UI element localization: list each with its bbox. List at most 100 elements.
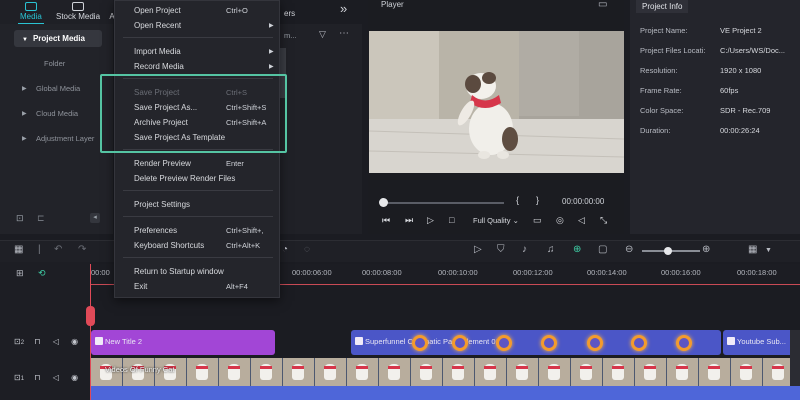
stabilize-icon[interactable]: ◌ [304, 244, 310, 255]
display-icon[interactable]: ▭ [533, 215, 542, 226]
menu-item-keyboard-shortcuts[interactable]: Keyboard Shortcuts [134, 241, 204, 250]
info-value: C:/Users/WS/Doc... [720, 46, 786, 55]
lock-icon[interactable]: ⊓ [34, 337, 40, 346]
tab-fragment[interactable]: ers [284, 9, 295, 18]
menu-item-preferences[interactable]: Preferences [134, 226, 177, 235]
zoom-slider-knob[interactable] [664, 247, 672, 255]
timeline-scrollbar[interactable] [790, 330, 800, 386]
playback-scrubber[interactable] [379, 198, 388, 207]
menu-item-delete-render-files[interactable]: Delete Preview Render Files [134, 174, 235, 183]
previous-frame-icon[interactable]: ⏮ [382, 215, 390, 226]
caret-right-icon[interactable]: ▶ [22, 110, 27, 117]
snap-icon[interactable]: ⊕ [573, 244, 581, 255]
microphone-icon[interactable]: ♪ [522, 244, 527, 255]
zoom-out-icon[interactable]: ⊖ [625, 244, 633, 255]
collapse-panel-icon[interactable]: ◂ [90, 213, 100, 223]
snapshot-icon[interactable]: ▭ [598, 0, 607, 10]
video-thumbnail-frame [347, 358, 379, 386]
quality-select[interactable]: Full Quality ⌄ [473, 216, 519, 225]
caret-right-icon[interactable]: ▶ [22, 135, 27, 142]
audio-mix-icon[interactable]: ♫ [547, 244, 555, 255]
menu-item-exit[interactable]: Exit [134, 282, 147, 291]
speed-icon[interactable]: ◔ [282, 244, 288, 255]
undo-icon[interactable]: ↶ [54, 244, 62, 255]
link-icon[interactable]: ⟲ [38, 268, 46, 279]
shortcut: Ctrl+Shift+, [226, 226, 264, 235]
eye-icon[interactable]: ◉ [71, 337, 78, 346]
menu-item-import-media[interactable]: Import Media [134, 47, 181, 56]
search-input[interactable]: m... [284, 31, 297, 40]
tab-project-info[interactable]: Project Info [636, 0, 689, 13]
menu-item-open-recent[interactable]: Open Recent [134, 21, 181, 30]
menu-item-record-media[interactable]: Record Media [134, 62, 184, 71]
camera-icon[interactable]: ◎ [556, 215, 564, 226]
cloud-media-item[interactable]: Cloud Media [36, 109, 78, 118]
chevron-down-icon[interactable]: ▼ [765, 247, 772, 254]
project-media-item[interactable]: ▼ Project Media [14, 30, 102, 47]
play-reverse-icon[interactable]: ⏭ [405, 215, 413, 226]
menu-item-return-startup[interactable]: Return to Startup window [134, 267, 224, 276]
video-thumbnail-frame [667, 358, 699, 386]
collar-shape [644, 366, 656, 369]
effect-clip[interactable]: Superfunnel Cinematic Pack Element 01 [351, 330, 721, 355]
youtube-clip[interactable]: Youtube Sub... [723, 330, 800, 355]
tab-media[interactable]: Media [18, 2, 44, 25]
caret-right-icon[interactable]: ▶ [22, 85, 27, 92]
zoom-in-icon[interactable]: ⊕ [702, 244, 710, 255]
shortcut: Ctrl+Alt+K [226, 241, 261, 250]
grid-view-icon[interactable]: ▦ [748, 244, 757, 255]
speaker-icon[interactable]: ◁ [53, 337, 59, 346]
title-clip[interactable]: New Title 2 [91, 330, 275, 355]
mark-in-icon[interactable]: { [516, 195, 519, 205]
render-play-icon[interactable]: ▷ [474, 244, 482, 255]
media-grid-panel [280, 24, 362, 234]
marker-icon[interactable]: ▢ [598, 244, 607, 255]
menu-item-render-preview[interactable]: Render Preview [134, 159, 191, 168]
fullscreen-icon[interactable]: ⤡ [600, 215, 607, 226]
timeline-playhead[interactable] [90, 264, 91, 400]
ruler-tick: 00:00:06:00 [292, 268, 332, 277]
layout-icon[interactable]: ▦ [14, 244, 23, 255]
fire-ring-frame [631, 335, 647, 351]
mark-out-icon[interactable]: } [536, 195, 539, 205]
lock-icon[interactable]: ⊓ [34, 373, 40, 382]
video-thumbnail-frame [187, 358, 219, 386]
more-tabs-icon[interactable]: » [340, 1, 347, 16]
fire-ring-frame [541, 335, 557, 351]
player-timecode: 00:00:00:00 [562, 197, 605, 206]
folder-item[interactable]: Folder [44, 59, 65, 68]
speaker-icon[interactable]: ◁ [53, 373, 59, 382]
redo-icon[interactable]: ↷ [78, 244, 86, 255]
new-folder-icon[interactable]: ⊡ [16, 213, 24, 224]
collar-shape [292, 366, 304, 369]
info-value: 1920 x 1080 [720, 66, 762, 75]
video-preview[interactable] [369, 31, 624, 173]
collar-shape [388, 366, 400, 369]
shield-icon[interactable]: ⛉ [497, 244, 505, 255]
volume-icon[interactable]: ◁ [578, 215, 585, 226]
add-track-icon[interactable]: ⊞ [16, 268, 24, 279]
global-media-item[interactable]: Global Media [36, 84, 80, 93]
audio-waveform-strip[interactable] [91, 386, 800, 400]
play-icon[interactable]: ▷ [427, 215, 434, 226]
playback-progress-track[interactable] [382, 202, 504, 204]
eye-icon[interactable]: ◉ [71, 373, 78, 382]
ruler-tick: 00:00:16:00 [661, 268, 701, 277]
tab-stock-media[interactable]: Stock Media [56, 2, 100, 21]
adjustment-layer-item[interactable]: Adjustment Layer [36, 134, 94, 143]
submenu-arrow-icon: ▶ [269, 49, 274, 55]
collar-shape [228, 366, 240, 369]
video-clip[interactable]: Videos Of Funny Cat [91, 358, 800, 386]
playhead-handle[interactable] [86, 306, 95, 326]
menu-separator [123, 257, 273, 258]
submenu-arrow-icon: ▶ [269, 23, 274, 29]
menu-separator [123, 216, 273, 217]
stop-icon[interactable]: □ [449, 215, 454, 225]
menu-item-open-project[interactable]: Open Project [134, 6, 181, 15]
folder-icon[interactable]: ⊏ [37, 213, 45, 224]
filter-icon[interactable]: ▽ [319, 29, 326, 40]
video-thumbnail-frame [635, 358, 667, 386]
info-key: Resolution: [640, 66, 678, 75]
menu-item-project-settings[interactable]: Project Settings [134, 200, 190, 209]
more-options-icon[interactable]: ⋯ [339, 28, 349, 39]
